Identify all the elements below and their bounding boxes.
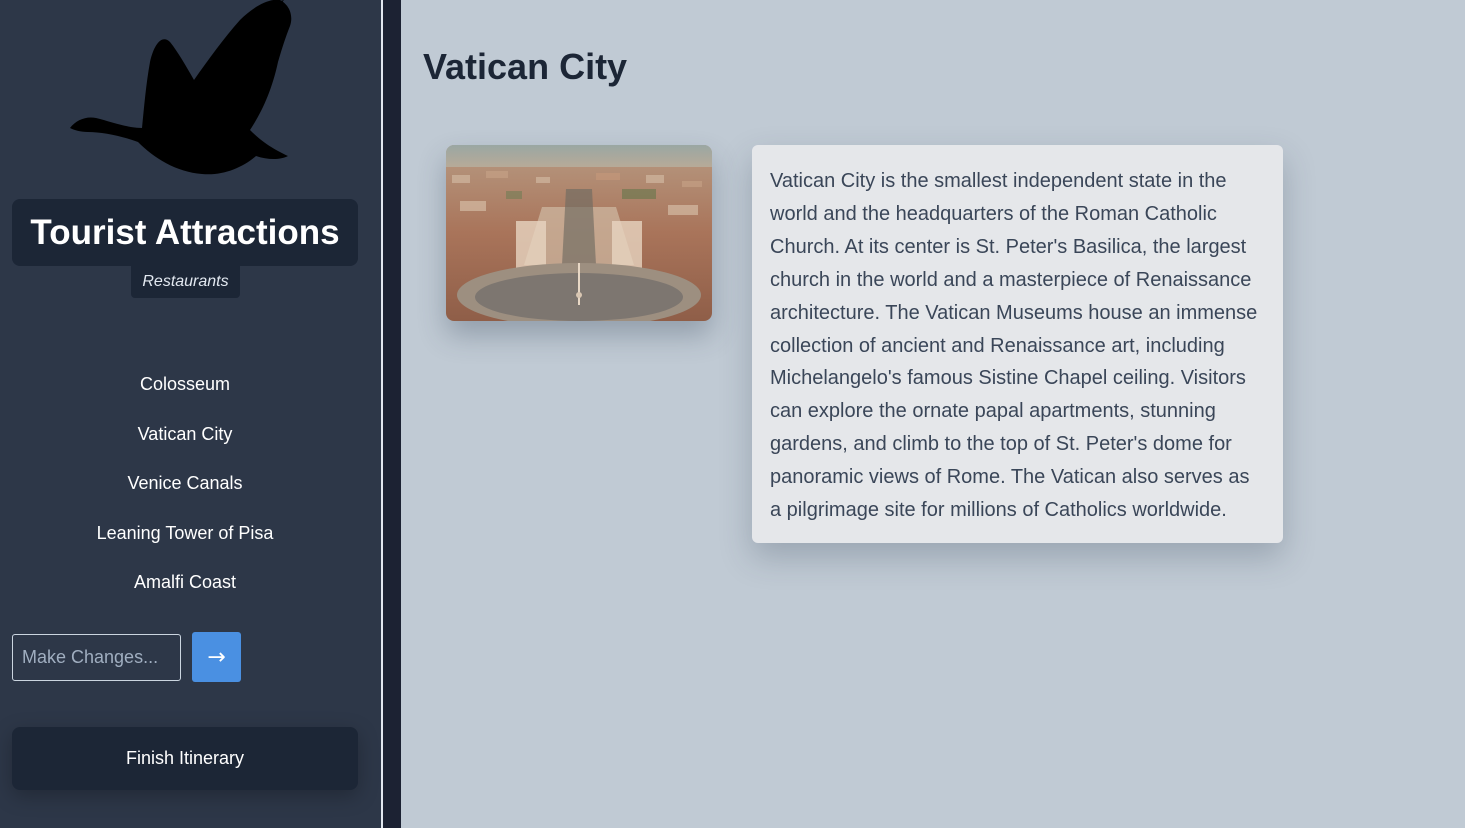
nav-item-label: Venice Canals bbox=[127, 473, 243, 494]
nav-item-label: Colosseum bbox=[139, 374, 231, 395]
restaurants-tab[interactable]: Restaurants bbox=[131, 266, 240, 298]
description-card: Vatican City is the smallest independent… bbox=[752, 145, 1283, 543]
nav-item-leaning-tower-of-pisa[interactable]: Leaning Tower of Pisa bbox=[0, 509, 370, 559]
sidebar-gutter bbox=[383, 0, 401, 828]
nav-item-amalfi-coast[interactable]: Amalfi Coast bbox=[0, 558, 370, 608]
finish-itinerary-button[interactable]: Finish Itinerary bbox=[12, 727, 358, 790]
page-title: Vatican City bbox=[423, 46, 628, 87]
attraction-description: Vatican City is the smallest independent… bbox=[770, 170, 1258, 522]
app-title: Tourist Attractions bbox=[12, 199, 358, 266]
nav-item-vatican-city[interactable]: Vatican City bbox=[0, 410, 370, 460]
goose-silhouette-icon bbox=[70, 0, 292, 175]
sidebar: Tourist Attractions Restaurants Colosseu… bbox=[0, 0, 381, 828]
nav-item-colosseum[interactable]: Colosseum bbox=[0, 360, 370, 410]
vatican-aerial-image bbox=[446, 145, 712, 321]
make-changes-input[interactable] bbox=[12, 634, 181, 681]
nav-item-label: Leaning Tower of Pisa bbox=[96, 522, 274, 543]
nav-item-venice-canals[interactable]: Venice Canals bbox=[0, 459, 370, 509]
finish-itinerary-label: Finish Itinerary bbox=[125, 748, 245, 768]
app-title-text: Tourist Attractions bbox=[30, 212, 340, 252]
arrow-right-icon: → bbox=[207, 644, 226, 670]
attractions-nav: Colosseum Vatican City Venice Canals Lea… bbox=[0, 360, 370, 608]
restaurants-tab-label: Restaurants bbox=[142, 273, 229, 290]
nav-item-label: Amalfi Coast bbox=[133, 572, 237, 593]
submit-changes-button[interactable]: → bbox=[192, 632, 241, 682]
attraction-photo bbox=[446, 145, 712, 321]
nav-item-label: Vatican City bbox=[137, 423, 233, 444]
